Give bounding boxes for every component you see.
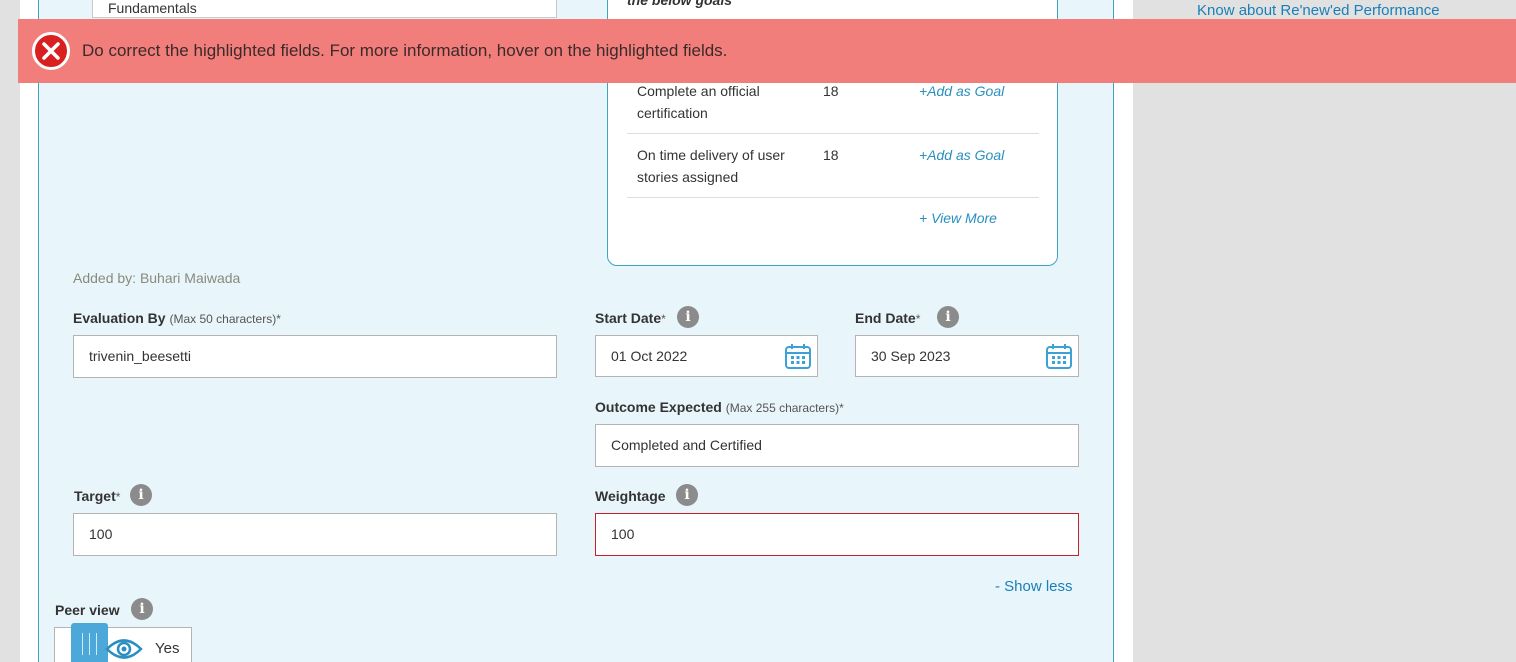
- weightage-label-text: Weightage: [595, 488, 666, 504]
- info-icon[interactable]: i: [677, 306, 699, 328]
- show-less-link[interactable]: - Show less: [995, 578, 1073, 595]
- start-date-label: Start Date*: [595, 310, 666, 326]
- know-about-performance-link[interactable]: Know about Re'new'ed Performance: [1197, 2, 1440, 19]
- target-input[interactable]: 100: [73, 513, 557, 556]
- close-circle-icon[interactable]: [32, 32, 70, 70]
- suggested-goal-row: Complete an official certification 18 +A…: [627, 80, 1039, 134]
- required-marker: *: [839, 401, 844, 415]
- start-date-input[interactable]: 01 Oct 2022: [595, 335, 818, 377]
- target-label-text: Target: [74, 488, 116, 504]
- peer-view-toggle-value: Yes: [155, 640, 180, 657]
- evaluation-by-label: Evaluation By (Max 50 characters)*: [73, 310, 281, 326]
- error-banner: Do correct the highlighted fields. For m…: [18, 19, 1516, 83]
- required-marker: *: [115, 490, 121, 504]
- end-date-input[interactable]: 30 Sep 2023: [855, 335, 1079, 377]
- suggested-goals-heading: the below goals: [627, 0, 733, 8]
- suggested-goal-count: 18: [823, 147, 839, 163]
- outcome-expected-input[interactable]: Completed and Certified: [595, 424, 1079, 467]
- weightage-label: Weightage: [595, 488, 666, 504]
- peer-view-toggle[interactable]: Yes: [54, 623, 192, 662]
- error-message: Do correct the highlighted fields. For m…: [82, 41, 728, 60]
- info-icon[interactable]: i: [130, 484, 152, 506]
- added-by-text: Added by: Buhari Maiwada: [73, 270, 241, 286]
- outcome-expected-label: Outcome Expected (Max 255 characters)*: [595, 399, 844, 415]
- right-panel: Know about Re'new'ed Performance: [1171, 0, 1516, 662]
- end-date-label-text: End Date: [855, 310, 916, 326]
- evaluation-by-input[interactable]: trivenin_beesetti: [73, 335, 557, 378]
- start-date-value: 01 Oct 2022: [611, 348, 688, 364]
- add-as-goal-link[interactable]: +Add as Goal: [919, 80, 1004, 102]
- toggle-handle[interactable]: [71, 623, 108, 662]
- eye-icon: [105, 639, 143, 659]
- calendar-icon[interactable]: [784, 342, 812, 370]
- end-date-value: 30 Sep 2023: [871, 348, 951, 364]
- outcome-expected-hint: (Max 255 characters): [725, 401, 840, 415]
- suggested-goal-row: On time delivery of user stories assigne…: [627, 144, 1039, 198]
- target-label: Target*: [74, 488, 120, 504]
- weightage-input[interactable]: 100: [595, 513, 1079, 556]
- calendar-icon[interactable]: [1045, 342, 1073, 370]
- evaluation-by-hint: (Max 50 characters): [169, 312, 277, 326]
- peer-view-label: Peer view: [55, 602, 120, 618]
- left-gutter: [0, 0, 20, 662]
- view-more-link[interactable]: + View More: [919, 210, 997, 226]
- start-date-label-text: Start Date: [595, 310, 662, 326]
- evaluation-by-label-text: Evaluation By: [73, 310, 166, 326]
- end-date-label: End Date*: [855, 310, 920, 326]
- suggested-goal-count: 18: [823, 83, 839, 99]
- info-icon[interactable]: i: [676, 484, 698, 506]
- add-as-goal-link[interactable]: +Add as Goal: [919, 144, 1004, 166]
- required-marker: *: [276, 312, 281, 326]
- info-icon[interactable]: i: [937, 306, 959, 328]
- required-marker: *: [915, 312, 921, 326]
- outcome-expected-label-text: Outcome Expected: [595, 399, 722, 415]
- peer-view-label-text: Peer view: [55, 602, 120, 618]
- fundamentals-text: Fundamentals: [108, 0, 197, 16]
- suggested-goal-name: Complete an official certification: [637, 83, 760, 121]
- info-icon[interactable]: i: [131, 598, 153, 620]
- required-marker: *: [661, 312, 666, 326]
- suggested-goal-name: On time delivery of user stories assigne…: [637, 147, 785, 185]
